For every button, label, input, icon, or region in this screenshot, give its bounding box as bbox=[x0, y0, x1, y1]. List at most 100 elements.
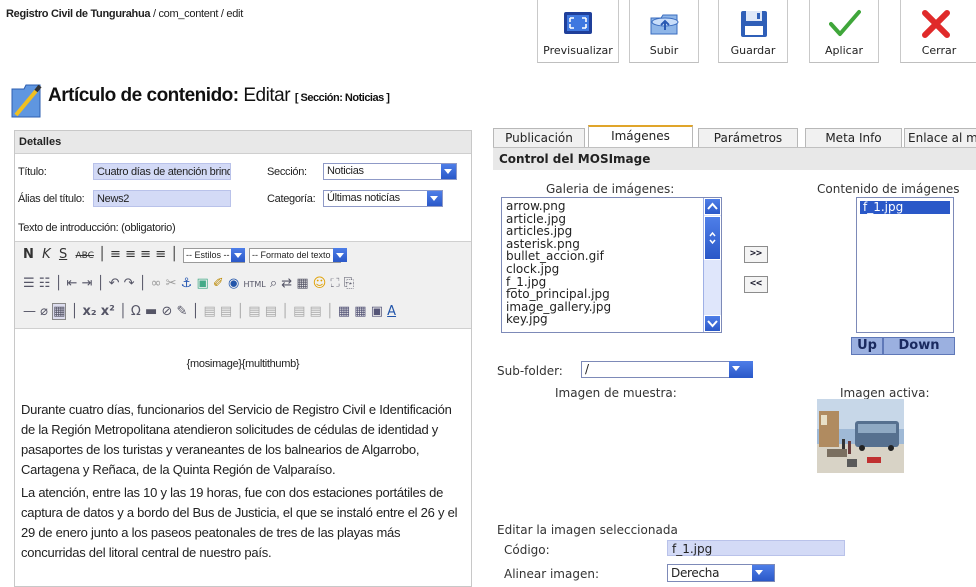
subfolder-select[interactable]: / bbox=[581, 361, 753, 378]
redo-icon[interactable]: ↷ bbox=[124, 276, 135, 291]
numbered-list-icon[interactable]: ☷ bbox=[39, 276, 51, 291]
section-select[interactable]: Noticias bbox=[323, 163, 457, 180]
insert-date-icon[interactable]: ▦ bbox=[296, 276, 308, 291]
indent-icon[interactable]: ⇥ bbox=[82, 276, 93, 291]
remove-image-button[interactable]: << bbox=[744, 276, 768, 293]
search-icon[interactable]: ⌕ bbox=[270, 276, 277, 291]
scroll-down-icon[interactable] bbox=[704, 315, 721, 332]
anchor-icon[interactable]: ⚓ bbox=[181, 276, 193, 291]
scroll-up-icon[interactable] bbox=[704, 198, 721, 215]
emoticon-icon[interactable]: ☺ bbox=[313, 276, 327, 291]
tab-parametros[interactable]: Parámetros bbox=[698, 128, 798, 148]
link-icon[interactable]: ∞ bbox=[151, 276, 162, 291]
undo-icon[interactable]: ↶ bbox=[109, 276, 120, 291]
alias-input[interactable]: News2 bbox=[93, 190, 231, 207]
upload-label: Subir bbox=[649, 44, 679, 57]
align-value: Derecha bbox=[671, 566, 720, 580]
italic-icon[interactable]: K bbox=[42, 247, 51, 262]
apply-button[interactable]: Aplicar bbox=[809, 0, 879, 63]
gallery-item[interactable]: foto_principal.jpg bbox=[502, 288, 721, 301]
active-image-preview bbox=[817, 399, 904, 473]
preview-button[interactable]: Previsualizar bbox=[537, 0, 619, 63]
code-input[interactable]: f_1.jpg bbox=[667, 540, 845, 556]
gallery-item[interactable]: clock.jpg bbox=[502, 263, 721, 276]
save-button[interactable]: Guardar bbox=[718, 0, 788, 63]
subfolder-label: Sub-folder: bbox=[497, 364, 563, 378]
hr-icon[interactable]: ▬ bbox=[145, 304, 157, 319]
flash-icon[interactable]: ⊘ bbox=[161, 304, 172, 319]
scroll-thumb[interactable] bbox=[704, 216, 721, 260]
gallery-items: arrow.png article.jpg articles.jpg asterisk… bbox=[502, 198, 721, 326]
category-select-value: Últimas noticías bbox=[327, 192, 400, 204]
bold-icon[interactable]: N bbox=[23, 247, 34, 262]
editor-content[interactable]: {mosimage}{multithumb} Durante cuatro dí… bbox=[15, 328, 471, 586]
strikethrough-icon[interactable]: ABC bbox=[75, 251, 93, 261]
code-label: Código: bbox=[504, 543, 550, 557]
gallery-list[interactable]: arrow.png article.jpg articles.jpg asterisk… bbox=[501, 197, 722, 333]
upload-button[interactable]: Subir bbox=[629, 0, 699, 63]
chevron-down-icon bbox=[752, 565, 774, 581]
content-item-selected[interactable]: f_1.jpg bbox=[860, 201, 950, 214]
visual-aid-icon[interactable]: ▦ bbox=[52, 303, 67, 320]
layer-icon[interactable]: ▦ ▦ ▣ bbox=[338, 304, 383, 319]
gallery-item[interactable]: articles.jpg bbox=[502, 225, 721, 238]
replace-icon[interactable]: ⇄ bbox=[281, 276, 292, 291]
special-char-icon[interactable]: Ω bbox=[131, 304, 141, 319]
align-justify-icon[interactable]: ≡ bbox=[155, 247, 166, 262]
tab-enlace-al-menu[interactable]: Enlace al m bbox=[904, 128, 976, 148]
html-icon[interactable]: HTML bbox=[243, 280, 265, 289]
underline-icon[interactable]: S bbox=[59, 247, 67, 262]
bullet-list-icon[interactable]: ☰ bbox=[23, 276, 35, 291]
align-left-icon[interactable]: ≡ bbox=[110, 247, 121, 262]
move-up-button[interactable]: Up bbox=[851, 337, 883, 355]
chevron-down-icon bbox=[427, 191, 442, 206]
intro-label: Texto de introducción: (obligatorio) bbox=[18, 222, 176, 234]
tab-imagenes[interactable]: Imágenes bbox=[588, 125, 693, 149]
table-icon[interactable]: ▤ ▤ │ ▤ ▤ │ ▤ ▤ │ bbox=[203, 304, 333, 319]
format-select[interactable]: -- Formato del texto -- bbox=[249, 248, 341, 263]
move-down-button[interactable]: Down bbox=[883, 337, 955, 355]
paste-icon[interactable]: ⎘ bbox=[344, 276, 354, 291]
breadcrumb-site[interactable]: Registro Civil de Tungurahua bbox=[6, 8, 151, 20]
apply-label: Aplicar bbox=[825, 44, 863, 57]
align-center-icon[interactable]: ≡ bbox=[125, 247, 136, 262]
paragraph-1: Durante cuatro días, funcionarios del Se… bbox=[21, 402, 452, 477]
subscript-icon[interactable]: x₂ bbox=[83, 304, 97, 319]
category-select[interactable]: Últimas noticías bbox=[323, 190, 443, 207]
close-label: Cerrar bbox=[921, 44, 957, 57]
toolbar: Previsualizar Subir Guardar Aplicar Cerr… bbox=[537, 0, 976, 64]
mosimage-tag: {mosimage}{multithumb} bbox=[186, 358, 300, 370]
tab-bar: Publicación Imágenes Parámetros Meta Inf… bbox=[493, 125, 976, 149]
horizontal-rule-icon[interactable]: — bbox=[23, 304, 36, 319]
edit-icon[interactable]: ✎ bbox=[176, 304, 187, 319]
superscript-icon[interactable]: x² bbox=[101, 304, 115, 319]
floppy-disk-icon bbox=[741, 11, 767, 37]
fullscreen-icon[interactable]: ⛶ bbox=[330, 276, 339, 291]
content-list[interactable]: f_1.jpg bbox=[856, 197, 954, 333]
gallery-item[interactable]: key.jpg bbox=[502, 313, 721, 326]
details-panel: Detalles Título: Cuatro días de atención… bbox=[14, 130, 472, 587]
breadcrumb: Registro Civil de Tungurahua / com_conte… bbox=[6, 8, 243, 20]
mosimage-header: Control del MOSImage bbox=[493, 147, 976, 170]
unlink-icon[interactable]: ✂ bbox=[166, 276, 177, 291]
align-select[interactable]: Derecha bbox=[667, 564, 775, 582]
preview-icon bbox=[564, 12, 592, 34]
subfolder-value: / bbox=[585, 362, 589, 376]
tab-publicacion[interactable]: Publicación bbox=[493, 128, 585, 148]
help-icon[interactable]: ◉ bbox=[228, 276, 239, 291]
cleanup-icon[interactable]: ✐ bbox=[213, 276, 224, 291]
tab-meta-info[interactable]: Meta Info bbox=[805, 128, 902, 148]
font-color-icon[interactable]: A bbox=[387, 304, 396, 319]
close-button[interactable]: Cerrar bbox=[900, 0, 976, 63]
add-image-button[interactable]: >> bbox=[744, 246, 768, 263]
outdent-icon[interactable]: ⇤ bbox=[67, 276, 78, 291]
align-right-icon[interactable]: ≡ bbox=[140, 247, 151, 262]
image-icon[interactable]: ▣ bbox=[196, 276, 208, 291]
gallery-label: Galeria de imágenes: bbox=[546, 182, 675, 196]
gallery-scrollbar[interactable] bbox=[703, 198, 721, 332]
content-label: Contenido de imágenes bbox=[817, 182, 960, 196]
remove-format-icon[interactable]: ⌀ bbox=[40, 304, 48, 319]
title-input[interactable]: Cuatro días de atención brindaran l bbox=[93, 163, 231, 180]
editor-toolbar-row-3: — ⌀ ▦ │ x₂ x² │ Ω ▬ ⊘ ✎ │ ▤ ▤ │ ▤ ▤ │ ▤ … bbox=[23, 303, 397, 320]
gallery-item[interactable]: arrow.png bbox=[502, 200, 721, 213]
